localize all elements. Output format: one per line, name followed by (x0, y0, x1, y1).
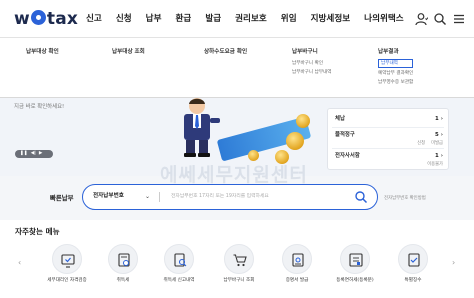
sub-label-apply[interactable]: 신청 (417, 140, 425, 147)
nav-item-issue[interactable]: 발급 (205, 12, 221, 26)
coin-image (275, 150, 289, 164)
next-icon[interactable]: ▶ (39, 151, 43, 156)
coin-image (248, 150, 259, 161)
certificate-check-icon (52, 244, 82, 274)
nav-item-local-tax-info[interactable]: 지방세정보 (311, 12, 351, 26)
logo-text-w: w (14, 9, 30, 29)
document-search-icon (164, 244, 194, 274)
frequent-menu-title: 자주찾는 메뉴 (15, 227, 60, 236)
businessman-illustration (184, 98, 220, 157)
quick-menu-label: 등록면허세(등록분) (336, 278, 374, 283)
hero-text: 지금 바로 확인하세요! (14, 104, 65, 110)
summary-sub-collection: 신청 미발급 (335, 140, 443, 147)
logo-text-tax: tax (46, 9, 79, 29)
summary-label: 물적정구 (335, 132, 355, 138)
mega-col-pay-result: 납부결과 납부내역 예약납부 결과확인 납부영수증 보관함 (378, 48, 414, 86)
divider (332, 127, 444, 128)
pay-mega-menu: 납부대상 확인 납부대상 조회 상하수도요금 확인 납부바구니 납부바구니 확인… (0, 38, 474, 98)
summary-row-mailbox[interactable]: 전자사서함 1 › (335, 152, 443, 160)
frequent-menu-list: ‹ › 세무대리인 자격검증 취득세 취득세 신고내역 납부바구니 조회 증명서… (0, 244, 474, 298)
mega-item-pay-history[interactable]: 납부내역 (378, 59, 414, 68)
nav-item-delegate[interactable]: 위임 (281, 12, 297, 26)
my-tax-summary-box: 체납 1 › 물적정구 5 › 신청 미발급 전자사서함 1 › 이용불가 (327, 108, 449, 170)
nav-item-report[interactable]: 신고 (86, 12, 102, 26)
slide-controls: ❚❚ ◀| ▶ (15, 150, 53, 158)
quick-menu-basket[interactable]: 납부바구니 조회 (212, 244, 266, 285)
summary-sub-mailbox: 이용불가 (335, 161, 443, 168)
mega-col-target-inquiry: 납부대상 조회 (112, 48, 145, 56)
pay-number-input[interactable]: 전자납부번호 17자리 또는 19자리를 입력하세요 (171, 193, 269, 201)
summary-count: 1 (435, 153, 439, 159)
certificate-icon (282, 244, 312, 274)
mega-heading[interactable]: 상하수도요금 확인 (204, 48, 247, 56)
registration-icon (340, 244, 370, 274)
coin-image (286, 132, 304, 150)
quick-menu-label: 증명서 발급 (285, 278, 309, 283)
mega-item-basket-check[interactable]: 납부바구니 확인 (292, 60, 332, 67)
user-icon[interactable] (414, 12, 428, 26)
pay-number-type-select[interactable]: 전자납부번호 (93, 192, 124, 201)
quick-menu-label: 취득세 신고내역 (163, 278, 195, 283)
special-collection-icon (398, 244, 428, 274)
logo-mark (30, 10, 46, 25)
summary-count: 1 (435, 116, 439, 122)
document-icon (108, 244, 138, 274)
chevron-right-icon: › (440, 132, 443, 138)
divider (159, 192, 160, 202)
mega-item-scheduled-result[interactable]: 예약납부 결과확인 (378, 70, 413, 77)
quick-pay-label: 빠른납부 (50, 194, 74, 202)
mega-heading[interactable]: 납부대상 조회 (112, 48, 145, 56)
mega-col-water-fee: 상하수도요금 확인 (204, 48, 247, 56)
nav-item-rights[interactable]: 권리보호 (235, 12, 267, 26)
main-nav: 신고 신청 납부 환급 발급 권리보호 위임 지방세정보 나의위택스 (86, 12, 404, 26)
search-icon[interactable] (433, 12, 447, 26)
wetax-logo[interactable]: w tax (14, 9, 78, 29)
mega-item-basket-history[interactable]: 납부바구니 납부내역 (292, 69, 332, 76)
quick-menu-label: 세무대리인 자격검증 (47, 278, 87, 283)
mega-col-target-check: 납부대상 확인 (26, 48, 59, 56)
quick-menu-certificate[interactable]: 증명서 발급 (270, 244, 324, 285)
quick-menu-label: 납부바구니 조회 (223, 278, 255, 283)
quick-pay-search-box: 전자납부번호 ⌄ 전자납부번호 17자리 또는 19자리를 입력하세요 (82, 184, 378, 210)
site-header: w tax 신고 신청 납부 환급 발급 권리보호 위임 지방세정보 나의위택스 (0, 0, 474, 38)
quick-menu-agent-verify[interactable]: 세무대리인 자격검증 (40, 244, 94, 285)
summary-row-arrears[interactable]: 체납 1 › (335, 115, 443, 123)
pay-number-help-link[interactable]: 전자납부번호 확인방법 (384, 195, 426, 202)
quick-menu-label: 취득세 (116, 278, 130, 283)
quick-menu-registration-tax[interactable]: 등록면허세(등록분) (328, 244, 382, 285)
slide-separator: | (34, 151, 36, 156)
mega-heading[interactable]: 납부대상 확인 (26, 48, 59, 56)
sub-label-unissued[interactable]: 미발급 (431, 140, 443, 147)
nav-item-refund[interactable]: 환급 (175, 12, 191, 26)
search-icon[interactable] (354, 190, 368, 204)
mega-heading[interactable]: 납부바구니 (292, 48, 332, 56)
mega-heading[interactable]: 납부결과 (378, 48, 413, 56)
mega-item-receipt-box[interactable]: 납부영수증 보관함 (378, 79, 413, 86)
summary-count: 5 (435, 132, 439, 138)
chevron-left-icon[interactable]: ‹ (18, 258, 21, 268)
hamburger-menu-icon[interactable] (452, 12, 466, 26)
mega-col-basket: 납부바구니 납부바구니 확인 납부바구니 납부내역 (292, 48, 332, 76)
quick-menu-acquisition-tax[interactable]: 취득세 (96, 244, 150, 285)
chevron-right-icon[interactable]: › (452, 258, 455, 268)
chevron-down-icon[interactable]: ⌄ (145, 193, 150, 201)
cart-icon (224, 244, 254, 274)
quick-menu-special-collection[interactable]: 특별징수 (386, 244, 440, 285)
nav-item-apply[interactable]: 신청 (116, 12, 132, 26)
summary-label: 전자사서함 (335, 153, 360, 159)
quick-menu-label: 특별징수 (404, 278, 422, 283)
summary-row-collection[interactable]: 물적정구 5 › (335, 131, 443, 139)
nav-item-my-wetax[interactable]: 나의위택스 (364, 12, 404, 26)
quick-menu-acquisition-history[interactable]: 취득세 신고내역 (152, 244, 206, 285)
nav-item-pay[interactable]: 납부 (146, 12, 162, 26)
divider (332, 148, 444, 149)
chevron-right-icon: › (440, 153, 443, 159)
pause-icon[interactable]: ❚❚ (20, 151, 28, 156)
coin-image (296, 114, 310, 128)
chevron-right-icon: › (440, 116, 443, 122)
summary-label: 체납 (335, 116, 345, 122)
sub-label-unavailable: 이용불가 (427, 162, 443, 167)
watermark-text: 에쎄세무지원센터 (160, 164, 308, 186)
